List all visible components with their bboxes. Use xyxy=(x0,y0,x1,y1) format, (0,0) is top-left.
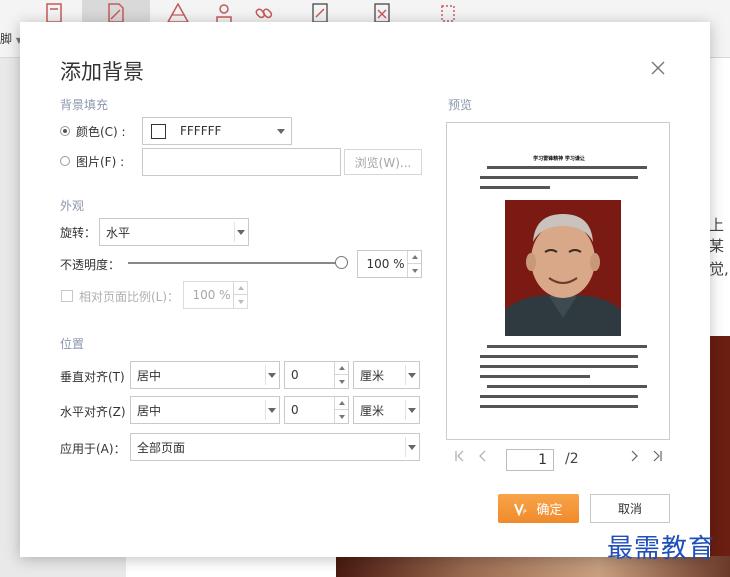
decrement-icon[interactable] xyxy=(408,264,421,277)
preview-section-label: 预览 xyxy=(448,98,473,112)
chevron-down-icon xyxy=(277,128,285,134)
rotate-value: 水平 xyxy=(106,225,131,240)
rotate-label: 旋转： xyxy=(60,226,97,240)
preview-portrait xyxy=(505,200,621,336)
preview-text-line xyxy=(487,385,647,388)
decrement-icon[interactable] xyxy=(335,410,348,423)
vertical-align-dropdown[interactable]: 居中 xyxy=(130,361,280,389)
opacity-stepper[interactable]: 100 % xyxy=(357,250,422,278)
preview-text-line xyxy=(487,345,647,348)
vertical-unit-dropdown[interactable]: 厘米 xyxy=(353,361,420,389)
color-dropdown[interactable]: FFFFFF xyxy=(142,117,292,145)
preview-text-line xyxy=(480,365,638,368)
decrement-icon[interactable] xyxy=(335,375,348,388)
preview-heading: 学习雷锋精神 学习谦让 xyxy=(533,156,585,162)
apply-to-dropdown[interactable]: 全部页面 xyxy=(130,433,420,461)
picture-label: 图片(F) : xyxy=(76,155,125,169)
horizontal-align-label: 水平对齐(Z) xyxy=(60,405,126,419)
increment-icon[interactable] xyxy=(408,251,421,264)
picture-radio[interactable] xyxy=(60,156,70,166)
horizontal-align-value: 居中 xyxy=(137,403,162,418)
preview-text-line xyxy=(480,405,638,408)
increment-icon[interactable] xyxy=(335,397,348,410)
next-page-icon[interactable] xyxy=(628,450,640,466)
horizontal-offset-stepper[interactable]: 0 xyxy=(284,396,349,424)
watermark-text: 最需教育 xyxy=(607,534,716,564)
cancel-button[interactable]: 取消 xyxy=(590,494,670,523)
chevron-down-icon xyxy=(237,229,245,235)
chevron-down-icon xyxy=(408,372,416,378)
chevron-down-icon xyxy=(268,407,276,413)
add-background-dialog: 添加背景 背景填充 颜色(C) : FFFFFF 图片(F) : 浏览(W)..… xyxy=(20,22,710,557)
document-text: 觉, xyxy=(709,260,729,278)
preview-text-line xyxy=(480,375,590,378)
page-number-input[interactable]: 1 xyxy=(506,449,554,471)
browse-button[interactable]: 浏览(W)... xyxy=(344,149,422,175)
footer-menu-label: 脚 xyxy=(0,32,13,46)
preview-text-line xyxy=(487,166,647,169)
color-radio[interactable] xyxy=(60,126,70,136)
apply-to-label: 应用于(A)： xyxy=(60,442,126,456)
color-value: FFFFFF xyxy=(180,124,222,138)
opacity-slider-handle[interactable] xyxy=(335,256,348,269)
chevron-down-icon xyxy=(268,372,276,378)
color-swatch xyxy=(151,123,166,139)
horizontal-align-dropdown[interactable]: 居中 xyxy=(130,396,280,424)
picture-path-input[interactable] xyxy=(142,148,341,176)
first-page-icon[interactable] xyxy=(454,450,466,466)
vertical-align-value: 居中 xyxy=(137,368,162,383)
vip-icon: P xyxy=(514,503,527,516)
relative-scale-checkbox[interactable] xyxy=(61,290,73,302)
rotate-dropdown[interactable]: 水平 xyxy=(99,218,249,246)
opacity-label: 不透明度： xyxy=(60,258,121,272)
horizontal-unit-dropdown[interactable]: 厘米 xyxy=(353,396,420,424)
apply-to-value: 全部页面 xyxy=(137,440,186,455)
position-section-label: 位置 xyxy=(60,337,85,351)
ok-label: 确定 xyxy=(536,503,563,518)
appearance-section-label: 外观 xyxy=(60,199,85,213)
svg-text:P: P xyxy=(523,509,527,516)
page-total: /2 xyxy=(565,451,579,467)
vertical-offset-stepper[interactable]: 0 xyxy=(284,361,349,389)
opacity-slider-track[interactable] xyxy=(128,262,340,264)
vertical-align-label: 垂直对齐(T) xyxy=(60,370,125,384)
color-label: 颜色(C) : xyxy=(76,125,126,139)
preview-text-line xyxy=(480,395,638,398)
preview-text-line xyxy=(480,176,638,179)
horizontal-unit-value: 厘米 xyxy=(360,403,385,418)
preview-text-line xyxy=(480,186,550,189)
chevron-down-icon xyxy=(408,407,416,413)
relative-scale-label: 相对页面比例(L)： xyxy=(79,290,180,304)
ok-button[interactable]: P 确定 xyxy=(498,494,579,523)
decrement-icon[interactable] xyxy=(234,295,247,308)
last-page-icon[interactable] xyxy=(651,450,663,466)
dialog-title: 添加背景 xyxy=(60,60,144,84)
document-text: 上某 xyxy=(709,216,725,255)
increment-icon[interactable] xyxy=(234,282,247,295)
fill-section-label: 背景填充 xyxy=(60,98,109,112)
relative-scale-stepper[interactable]: 100 % xyxy=(183,281,248,309)
footer-menu[interactable]: 脚 ▼ xyxy=(0,30,22,47)
prev-page-icon[interactable] xyxy=(477,450,489,466)
preview-text-line xyxy=(480,355,638,358)
increment-icon[interactable] xyxy=(335,362,348,375)
vertical-unit-value: 厘米 xyxy=(360,368,385,383)
preview-pane: 学习雷锋精神 学习谦让 xyxy=(446,122,670,440)
chevron-down-icon xyxy=(408,444,416,450)
close-icon[interactable] xyxy=(648,58,668,78)
